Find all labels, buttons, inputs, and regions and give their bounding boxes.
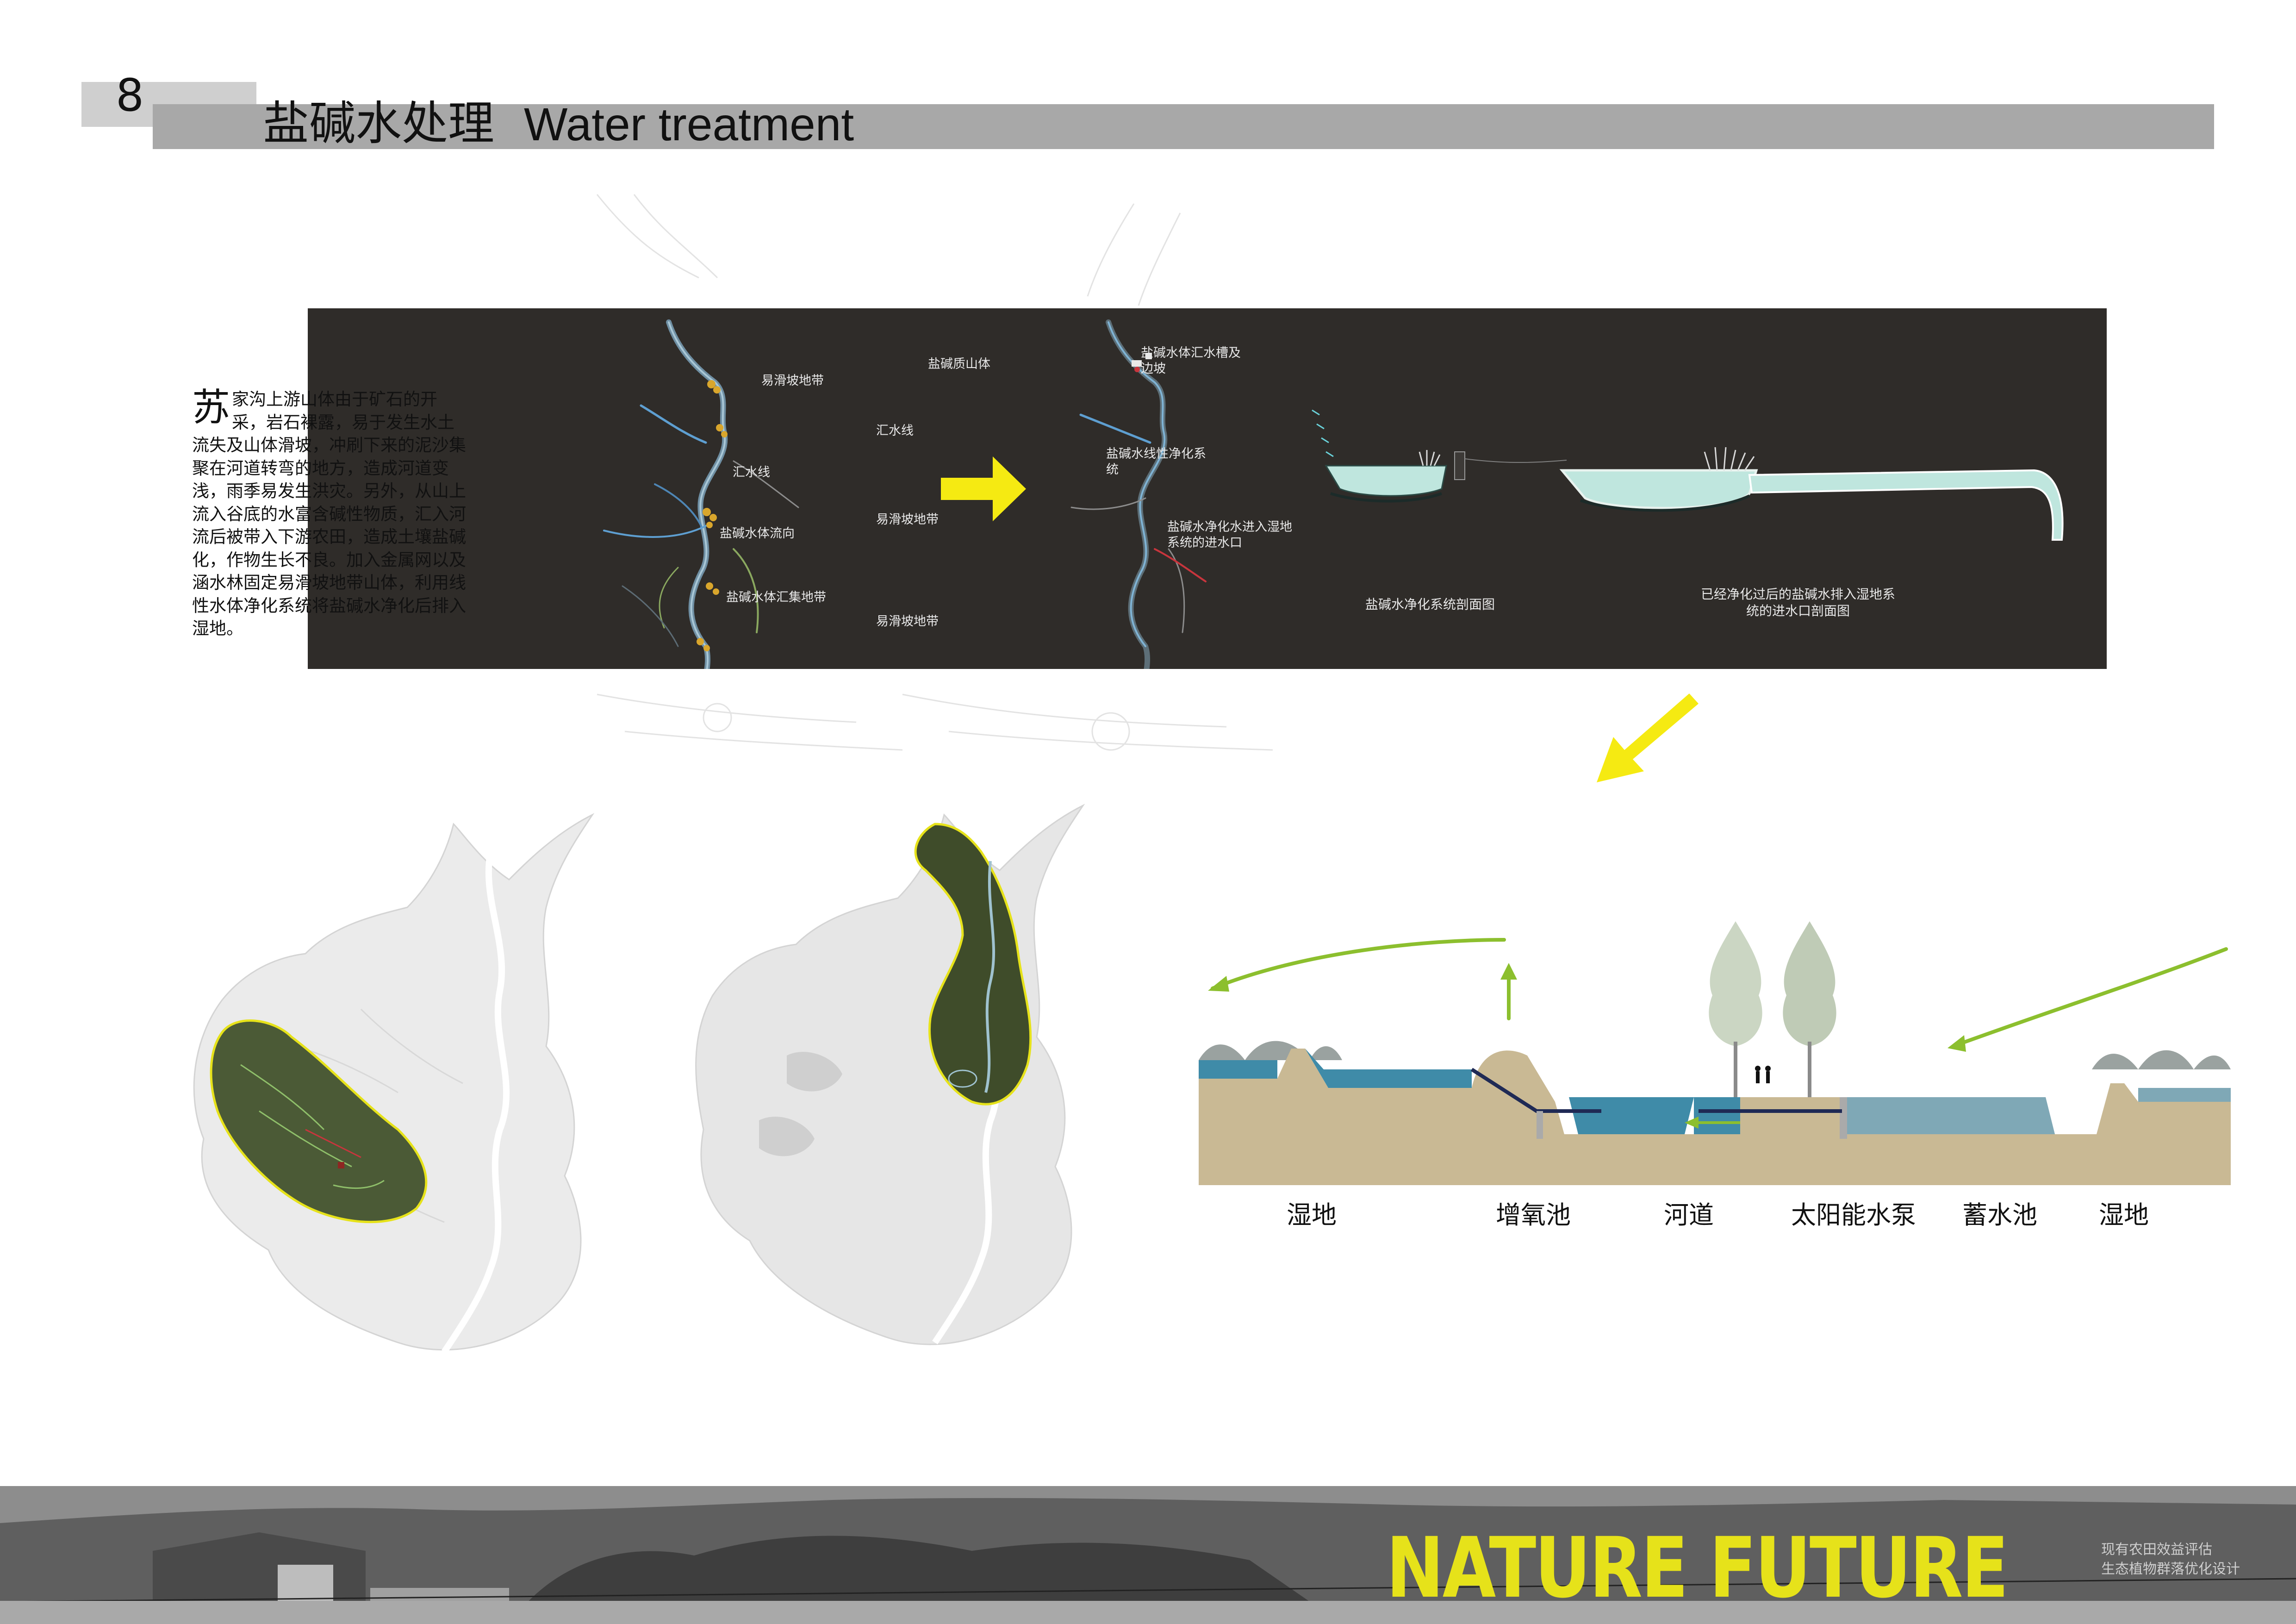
label-linear-purification: 盐碱水线性净化系统 bbox=[1106, 447, 1206, 477]
caption-section-2: 已经净化过后的盐碱水排入湿地系统的进水口剖面图 bbox=[1700, 587, 1895, 618]
purification-section-2 bbox=[1559, 447, 2064, 541]
page-title-cn: 盐碱水处理 bbox=[263, 96, 494, 150]
label-solar-pump: 太阳能水泵 bbox=[1791, 1200, 1916, 1230]
page-title-en: Water treatment bbox=[524, 99, 854, 150]
label-oxygenation-pond: 增氧池 bbox=[1496, 1200, 1571, 1230]
label-landslide-zone-1: 易滑坡地带 bbox=[761, 374, 824, 388]
footer-subtitle-1: 现有农田效益评估 bbox=[2101, 1542, 2212, 1558]
label-saline-mountain: 盐碱质山体 bbox=[928, 357, 990, 371]
brand-title: NATURE FUTURE bbox=[1386, 1520, 2009, 1617]
label-landslide-zone-3: 易滑坡地带 bbox=[876, 614, 939, 629]
cross-section-diagram bbox=[1199, 921, 2231, 1185]
label-wetland-right: 湿地 bbox=[2099, 1200, 2149, 1230]
label-catchment-line-2: 汇水线 bbox=[733, 465, 770, 480]
caption-section-1: 盐碱水净化系统剖面图 bbox=[1365, 597, 1495, 612]
trees bbox=[1709, 921, 1836, 1097]
purification-section-1 bbox=[1312, 409, 1567, 503]
analysis-panel: 易滑坡地带 盐碱质山体 汇水线 汇水线 盐碱水体流向 易滑坡地带 盐碱水体汇集地… bbox=[308, 308, 2107, 669]
label-landslide-zone-2: 易滑坡地带 bbox=[876, 512, 939, 527]
hazard-map bbox=[603, 319, 799, 669]
label-saline-collection-zone: 盐碱水体汇集地带 bbox=[726, 590, 826, 605]
label-wetland-left: 湿地 bbox=[1287, 1200, 1337, 1230]
yellow-arrow-down-left bbox=[1597, 693, 1699, 782]
label-catchment-line-1: 汇水线 bbox=[876, 424, 914, 438]
intro-paragraph: 苏 家沟上游山体由于矿石的开采，岩石裸露，易于发生水土流失及山体滑坡，冲刷下来的… bbox=[192, 388, 470, 640]
label-wetland-inlet: 盐碱水净化水进入湿地系统的进水口 bbox=[1167, 520, 1292, 550]
site-map-right bbox=[695, 804, 1085, 1345]
yellow-arrow-right bbox=[941, 456, 1026, 521]
label-catchment-trough: 盐碱水体汇水槽及边坡 bbox=[1141, 346, 1241, 376]
footer-subtitle-2: 生态植物群落优化设计 bbox=[2101, 1561, 2240, 1577]
page-number: 8 bbox=[116, 69, 144, 121]
intro-dropcap: 苏 bbox=[192, 386, 230, 430]
label-saline-flow-direction: 盐碱水体流向 bbox=[720, 526, 795, 541]
label-reservoir: 蓄水池 bbox=[1962, 1200, 2037, 1230]
intro-text: 家沟上游山体由于矿石的开采，岩石裸露，易于发生水土流失及山体滑坡，冲刷下来的泥沙… bbox=[192, 389, 466, 638]
label-river-channel: 河道 bbox=[1664, 1200, 1714, 1230]
site-map-left bbox=[193, 813, 595, 1354]
